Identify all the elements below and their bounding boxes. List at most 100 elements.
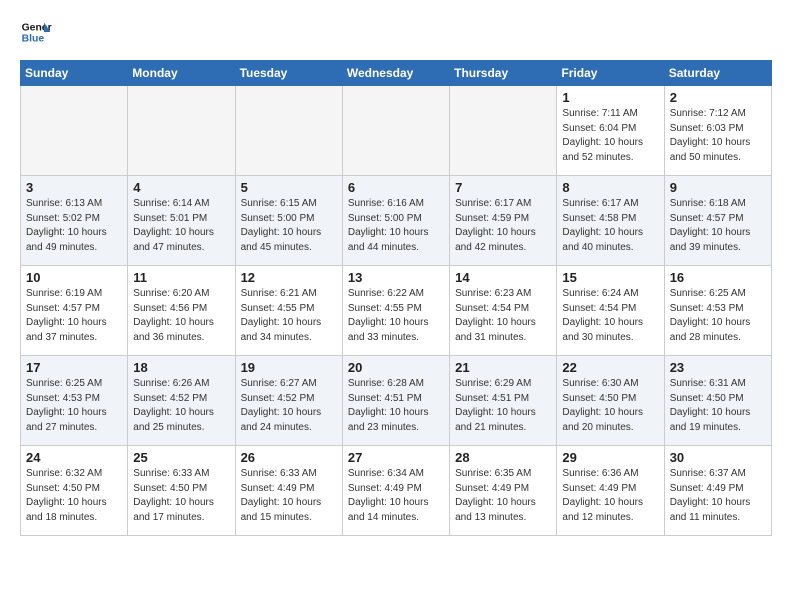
day-number: 2 [670,90,766,105]
day-info: Sunrise: 6:16 AM Sunset: 5:00 PM Dayligh… [348,197,444,255]
day-number: 9 [670,180,766,195]
calendar-cell: 24 Sunrise: 6:32 AM Sunset: 4:50 PM Dayli… [21,446,128,536]
day-info: Sunrise: 6:22 AM Sunset: 4:55 PM Dayligh… [348,287,444,345]
day-info: Sunrise: 6:21 AM Sunset: 4:55 PM Dayligh… [241,287,337,345]
day-info: Sunrise: 6:32 AM Sunset: 4:50 PM Dayligh… [26,467,122,525]
day-info: Sunrise: 6:24 AM Sunset: 4:54 PM Dayligh… [562,287,658,345]
calendar-cell: 16 Sunrise: 6:25 AM Sunset: 4:53 PM Dayli… [664,266,771,356]
day-info: Sunrise: 7:11 AM Sunset: 6:04 PM Dayligh… [562,107,658,165]
calendar-cell [235,86,342,176]
day-info: Sunrise: 6:13 AM Sunset: 5:02 PM Dayligh… [26,197,122,255]
calendar-cell: 26Sunrise: 6:33 AM Sunset: 4:49 PM Dayli… [235,446,342,536]
day-number: 28 [455,450,551,465]
calendar-cell: 27Sunrise: 6:34 AM Sunset: 4:49 PM Dayli… [342,446,449,536]
calendar-cell: 5 Sunrise: 6:15 AM Sunset: 5:00 PM Daylig… [235,176,342,266]
day-info: Sunrise: 6:18 AM Sunset: 4:57 PM Dayligh… [670,197,766,255]
logo-icon: General Blue [20,16,52,48]
day-number: 20 [348,360,444,375]
calendar-cell: 11 Sunrise: 6:20 AM Sunset: 4:56 PM Dayli… [128,266,235,356]
day-info: Sunrise: 6:33 AM Sunset: 4:49 PM Dayligh… [241,467,337,525]
day-number: 25 [133,450,229,465]
calendar-cell: 1 Sunrise: 7:11 AM Sunset: 6:04 PM Daylig… [557,86,664,176]
day-info: Sunrise: 6:26 AM Sunset: 4:52 PM Dayligh… [133,377,229,435]
day-number: 30 [670,450,766,465]
day-number: 3 [26,180,122,195]
calendar-cell [21,86,128,176]
day-info: Sunrise: 6:15 AM Sunset: 5:00 PM Dayligh… [241,197,337,255]
day-info: Sunrise: 6:27 AM Sunset: 4:52 PM Dayligh… [241,377,337,435]
day-number: 14 [455,270,551,285]
day-number: 4 [133,180,229,195]
page-header: General Blue [20,16,772,48]
day-number: 16 [670,270,766,285]
day-number: 8 [562,180,658,195]
day-info: Sunrise: 6:17 AM Sunset: 4:58 PM Dayligh… [562,197,658,255]
calendar-cell: 3 Sunrise: 6:13 AM Sunset: 5:02 PM Daylig… [21,176,128,266]
calendar-cell: 20Sunrise: 6:28 AM Sunset: 4:51 PM Dayli… [342,356,449,446]
day-number: 10 [26,270,122,285]
calendar-cell: 14 Sunrise: 6:23 AM Sunset: 4:54 PM Dayli… [450,266,557,356]
day-number: 7 [455,180,551,195]
day-number: 22 [562,360,658,375]
calendar-cell: 6 Sunrise: 6:16 AM Sunset: 5:00 PM Daylig… [342,176,449,266]
weekday-header-saturday: Saturday [664,61,771,86]
calendar-header: SundayMondayTuesdayWednesdayThursdayFrid… [21,61,772,86]
calendar-cell [450,86,557,176]
calendar-cell: 15 Sunrise: 6:24 AM Sunset: 4:54 PM Dayli… [557,266,664,356]
day-info: Sunrise: 6:29 AM Sunset: 4:51 PM Dayligh… [455,377,551,435]
calendar-cell: 7Sunrise: 6:17 AM Sunset: 4:59 PM Daylig… [450,176,557,266]
day-info: Sunrise: 6:34 AM Sunset: 4:49 PM Dayligh… [348,467,444,525]
weekday-header-sunday: Sunday [21,61,128,86]
weekday-header-wednesday: Wednesday [342,61,449,86]
weekday-header-tuesday: Tuesday [235,61,342,86]
day-info: Sunrise: 6:33 AM Sunset: 4:50 PM Dayligh… [133,467,229,525]
calendar-cell: 9 Sunrise: 6:18 AM Sunset: 4:57 PM Daylig… [664,176,771,266]
day-info: Sunrise: 7:12 AM Sunset: 6:03 PM Dayligh… [670,107,766,165]
calendar-cell: 8 Sunrise: 6:17 AM Sunset: 4:58 PM Daylig… [557,176,664,266]
day-info: Sunrise: 6:37 AM Sunset: 4:49 PM Dayligh… [670,467,766,525]
calendar-cell: 10 Sunrise: 6:19 AM Sunset: 4:57 PM Dayli… [21,266,128,356]
day-info: Sunrise: 6:31 AM Sunset: 4:50 PM Dayligh… [670,377,766,435]
calendar-cell: 25 Sunrise: 6:33 AM Sunset: 4:50 PM Dayli… [128,446,235,536]
day-number: 11 [133,270,229,285]
calendar-cell: 21 Sunrise: 6:29 AM Sunset: 4:51 PM Dayli… [450,356,557,446]
day-number: 6 [348,180,444,195]
calendar-cell: 19 Sunrise: 6:27 AM Sunset: 4:52 PM Dayli… [235,356,342,446]
calendar-cell: 28 Sunrise: 6:35 AM Sunset: 4:49 PM Dayli… [450,446,557,536]
day-info: Sunrise: 6:25 AM Sunset: 4:53 PM Dayligh… [670,287,766,345]
weekday-header-thursday: Thursday [450,61,557,86]
calendar-table: SundayMondayTuesdayWednesdayThursdayFrid… [20,60,772,536]
day-info: Sunrise: 6:14 AM Sunset: 5:01 PM Dayligh… [133,197,229,255]
day-number: 23 [670,360,766,375]
day-number: 21 [455,360,551,375]
weekday-header-friday: Friday [557,61,664,86]
day-number: 18 [133,360,229,375]
day-number: 19 [241,360,337,375]
day-number: 13 [348,270,444,285]
day-info: Sunrise: 6:35 AM Sunset: 4:49 PM Dayligh… [455,467,551,525]
calendar-cell: 13 Sunrise: 6:22 AM Sunset: 4:55 PM Dayli… [342,266,449,356]
day-info: Sunrise: 6:30 AM Sunset: 4:50 PM Dayligh… [562,377,658,435]
day-number: 15 [562,270,658,285]
day-info: Sunrise: 6:23 AM Sunset: 4:54 PM Dayligh… [455,287,551,345]
svg-text:Blue: Blue [22,34,45,45]
calendar-cell: 12 Sunrise: 6:21 AM Sunset: 4:55 PM Dayli… [235,266,342,356]
calendar-cell: 30 Sunrise: 6:37 AM Sunset: 4:49 PM Dayli… [664,446,771,536]
day-number: 17 [26,360,122,375]
weekday-header-monday: Monday [128,61,235,86]
day-number: 29 [562,450,658,465]
day-info: Sunrise: 6:36 AM Sunset: 4:49 PM Dayligh… [562,467,658,525]
calendar-cell [128,86,235,176]
day-number: 1 [562,90,658,105]
day-number: 5 [241,180,337,195]
day-info: Sunrise: 6:19 AM Sunset: 4:57 PM Dayligh… [26,287,122,345]
calendar-cell: 18 Sunrise: 6:26 AM Sunset: 4:52 PM Dayli… [128,356,235,446]
day-number: 24 [26,450,122,465]
calendar-cell: 22 Sunrise: 6:30 AM Sunset: 4:50 PM Dayli… [557,356,664,446]
calendar-cell: 4 Sunrise: 6:14 AM Sunset: 5:01 PM Daylig… [128,176,235,266]
calendar-cell: 29 Sunrise: 6:36 AM Sunset: 4:49 PM Dayli… [557,446,664,536]
calendar-cell [342,86,449,176]
calendar-cell: 17Sunrise: 6:25 AM Sunset: 4:53 PM Dayli… [21,356,128,446]
day-number: 12 [241,270,337,285]
day-info: Sunrise: 6:20 AM Sunset: 4:56 PM Dayligh… [133,287,229,345]
